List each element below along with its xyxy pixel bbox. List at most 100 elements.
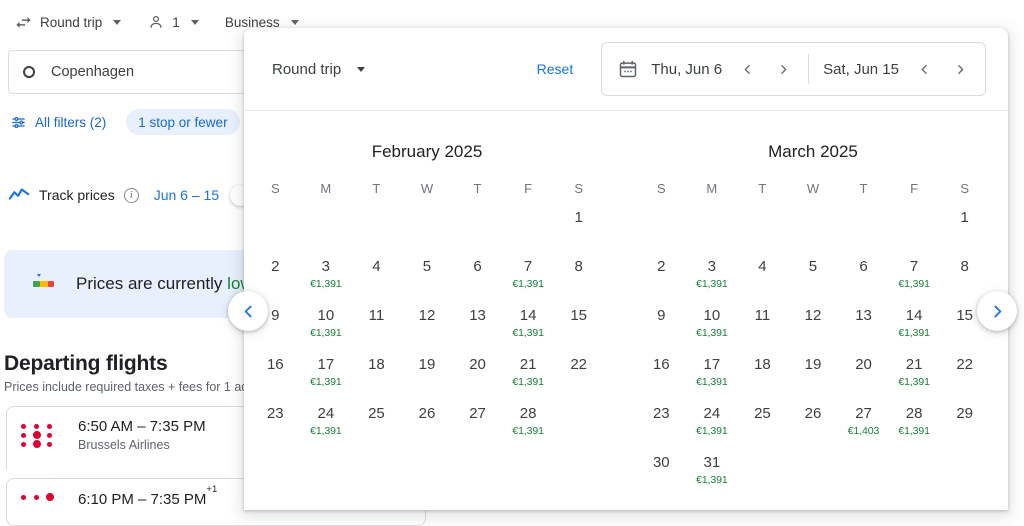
day-price: €1,391 [898, 376, 930, 388]
day-cell[interactable]: 13 [838, 305, 889, 354]
day-number: 15 [570, 307, 588, 324]
trip-type-selector[interactable]: Round trip [10, 10, 129, 35]
day-number: 6 [473, 258, 482, 275]
day-cell[interactable]: 5 [402, 256, 453, 305]
day-number: 3 [707, 258, 717, 275]
day-cell[interactable]: 17 €1,391 [301, 354, 352, 403]
departure-next-day-button[interactable] [772, 58, 794, 80]
day-number: 23 [266, 405, 284, 422]
day-cell[interactable]: 20 [838, 354, 889, 403]
day-number: 2 [657, 258, 666, 275]
day-cell[interactable]: 26 [402, 403, 453, 452]
day-number: 25 [754, 405, 771, 422]
day-cell[interactable]: 31 €1,391 [687, 452, 738, 501]
day-cell[interactable]: 1 [553, 207, 604, 256]
day-cell[interactable]: 9 [636, 305, 687, 354]
day-cell[interactable]: 6 [838, 256, 889, 305]
day-cell[interactable]: 18 [737, 354, 788, 403]
departure-prev-day-button[interactable] [736, 58, 758, 80]
date-picker-header: Round trip Reset Thu, Jun 6 Sat, Jun 15 [244, 28, 1008, 111]
day-number: 24 [317, 405, 335, 422]
day-cell[interactable]: 3 €1,391 [301, 256, 352, 305]
day-cell[interactable]: 21 €1,391 [503, 354, 554, 403]
day-cell[interactable]: 16 [250, 354, 301, 403]
day-cell[interactable]: 23 [636, 403, 687, 452]
all-filters-button[interactable]: All filters (2) [8, 109, 118, 135]
calendar-trip-type-label: Round trip [272, 60, 342, 78]
track-prices-label: Track prices [39, 187, 115, 203]
reset-button[interactable]: Reset [537, 61, 574, 77]
day-cell[interactable]: 14 €1,391 [503, 305, 554, 354]
weekday-4: T [859, 180, 868, 196]
day-number: 28 [519, 405, 537, 422]
empty-cell [889, 452, 940, 501]
day-cell[interactable]: 27 [452, 403, 503, 452]
day-cell[interactable]: 21 €1,391 [889, 354, 940, 403]
date-range-field: Thu, Jun 6 Sat, Jun 15 [601, 42, 986, 96]
filter-chip-stops[interactable]: 1 stop or fewer [126, 109, 240, 135]
day-cell[interactable]: 13 [452, 305, 503, 354]
day-cell[interactable]: 7 €1,391 [889, 256, 940, 305]
day-number: 5 [808, 258, 818, 275]
empty-cell [939, 452, 990, 501]
day-cell[interactable]: 18 [351, 354, 402, 403]
day-cell[interactable]: 6 [452, 256, 503, 305]
flight-plus-day: +1 [206, 484, 218, 495]
day-cell[interactable]: 8 [553, 256, 604, 305]
return-next-day-button[interactable] [949, 58, 971, 80]
day-cell[interactable]: 16 [636, 354, 687, 403]
day-cell[interactable]: 24 €1,391 [687, 403, 738, 452]
day-cell[interactable]: 11 [737, 305, 788, 354]
day-number: 28 [905, 405, 923, 422]
price-insight-text: Prices are currently low – [76, 274, 267, 294]
week-row: 2 3 €1,391 4 5 6 7 €1,391 8 [636, 256, 990, 305]
month-title: March 2025 [768, 142, 858, 161]
day-cell[interactable]: 10 €1,391 [687, 305, 738, 354]
month-1: February 2025 S M T W T F S 1 2 3 €1,391 4 5 6 7 €1,391 8… [244, 119, 610, 501]
return-prev-day-button[interactable] [913, 58, 935, 80]
day-cell[interactable]: 2 [636, 256, 687, 305]
day-cell[interactable]: 14 €1,391 [889, 305, 940, 354]
day-cell[interactable]: 4 [737, 256, 788, 305]
day-cell[interactable]: 28 €1,391 [889, 403, 940, 452]
calendar-trip-type-selector[interactable]: Round trip [272, 60, 366, 78]
day-cell[interactable]: 19 [788, 354, 839, 403]
info-icon[interactable]: i [123, 187, 139, 203]
day-cell[interactable]: 1 [939, 207, 990, 256]
day-cell[interactable]: 24 €1,391 [301, 403, 352, 452]
next-months-button[interactable] [977, 291, 1017, 331]
departure-date-segment[interactable]: Thu, Jun 6 [651, 58, 794, 80]
day-cell[interactable]: 19 [402, 354, 453, 403]
day-cell[interactable]: 4 [351, 256, 402, 305]
passengers-selector[interactable]: 1 [143, 10, 207, 34]
day-cell[interactable]: 12 [788, 305, 839, 354]
day-cell[interactable]: 3 €1,391 [687, 256, 738, 305]
day-cell[interactable]: 7 €1,391 [503, 256, 554, 305]
day-cell[interactable]: 26 [788, 403, 839, 452]
day-number: 10 [317, 307, 335, 324]
day-cell[interactable]: 25 [737, 403, 788, 452]
day-cell[interactable]: 28 €1,391 [503, 403, 554, 452]
day-cell[interactable]: 22 [553, 354, 604, 403]
week-row: 1 [250, 207, 604, 256]
day-cell[interactable]: 15 [553, 305, 604, 354]
day-cell[interactable]: 29 [939, 403, 990, 452]
day-cell[interactable]: 5 [788, 256, 839, 305]
day-price: €1,391 [898, 425, 930, 437]
day-cell[interactable]: 12 [402, 305, 453, 354]
day-cell[interactable]: 30 [636, 452, 687, 501]
day-cell[interactable]: 27 €1,403 [838, 403, 889, 452]
weekday-0: S [656, 180, 666, 196]
day-cell[interactable]: 20 [452, 354, 503, 403]
day-number: 8 [960, 258, 969, 275]
day-cell[interactable]: 23 [250, 403, 301, 452]
day-cell[interactable]: 11 [351, 305, 402, 354]
day-cell[interactable]: 22 [939, 354, 990, 403]
track-prices-row: Track prices i Jun 6 – 15 [8, 184, 268, 206]
previous-months-button[interactable] [228, 291, 268, 331]
day-cell[interactable]: 17 €1,391 [687, 354, 738, 403]
day-cell[interactable]: 25 [351, 403, 402, 452]
return-date-segment[interactable]: Sat, Jun 15 [823, 58, 971, 80]
empty-cell [402, 207, 453, 256]
day-cell[interactable]: 10 €1,391 [301, 305, 352, 354]
